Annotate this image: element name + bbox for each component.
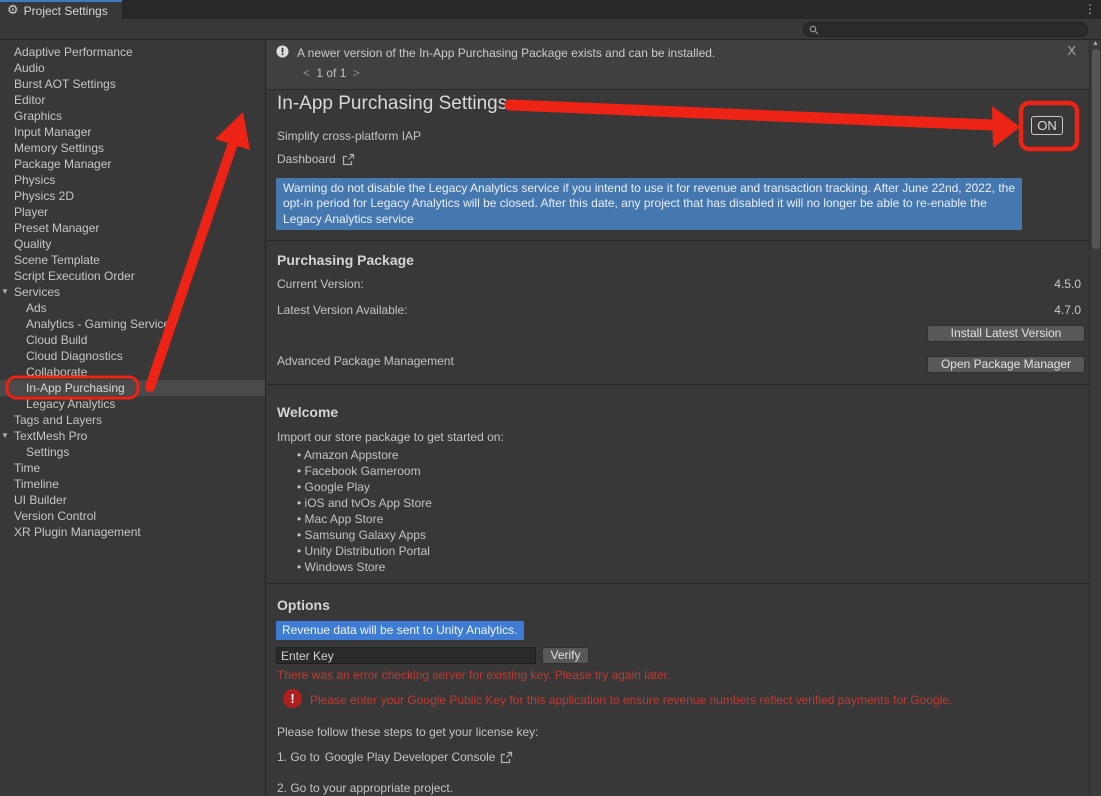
sidebar-item-cloud-diagnostics[interactable]: Cloud Diagnostics (0, 348, 265, 364)
page-subtitle: Simplify cross-platform IAP (277, 129, 421, 143)
advanced-package-management-label: Advanced Package Management (277, 354, 454, 368)
tab-title: Project Settings (24, 4, 108, 18)
vertical-scrollbar[interactable]: ▲ (1089, 40, 1101, 796)
sidebar-item-ads[interactable]: Ads (0, 300, 265, 316)
iap-on-toggle[interactable]: ON (1031, 116, 1063, 135)
google-play-console-link[interactable]: Google Play Developer Console (325, 750, 496, 764)
settings-sidebar: Adaptive Performance Audio Burst AOT Set… (0, 40, 266, 796)
open-package-manager-button[interactable]: Open Package Manager (927, 356, 1085, 373)
sidebar-item-input-manager[interactable]: Input Manager (0, 124, 265, 140)
current-version-value: 4.5.0 (1054, 277, 1081, 291)
sidebar-item-timeline[interactable]: Timeline (0, 476, 265, 492)
scrollbar-thumb[interactable] (1092, 49, 1100, 249)
license-steps-intro: Please follow these steps to get your li… (277, 725, 538, 739)
error-icon: ! (283, 689, 302, 708)
latest-version-label: Latest Version Available: (277, 303, 408, 317)
sidebar-item-collaborate[interactable]: Collaborate (0, 364, 265, 380)
list-item: Unity Distribution Portal (297, 543, 432, 559)
kebab-menu-icon[interactable]: ⋮ (1083, 1, 1097, 18)
sidebar-item-quality[interactable]: Quality (0, 236, 265, 252)
search-input[interactable] (803, 22, 1088, 37)
purchasing-package-heading: Purchasing Package (277, 252, 414, 268)
license-key-input[interactable] (276, 647, 536, 664)
page-title: In-App Purchasing Settings (277, 93, 507, 115)
verify-button[interactable]: Verify (542, 647, 589, 664)
install-latest-version-button[interactable]: Install Latest Version (927, 325, 1085, 342)
sidebar-item-physics[interactable]: Physics (0, 172, 265, 188)
sidebar-item-time[interactable]: Time (0, 460, 265, 476)
notification-pager: < 1 of 1 > (300, 66, 363, 80)
sidebar-item-tags-and-layers[interactable]: Tags and Layers (0, 412, 265, 428)
external-link-icon (342, 153, 355, 166)
sidebar-item-legacy-analytics[interactable]: Legacy Analytics (0, 396, 265, 412)
sidebar-item-scene-template[interactable]: Scene Template (0, 252, 265, 268)
sidebar-item-analytics-gaming-services[interactable]: Analytics - Gaming Services (0, 316, 265, 332)
sidebar-item-services[interactable]: ▼Services (0, 284, 265, 300)
sidebar-item-player[interactable]: Player (0, 204, 265, 220)
pager-prev-button[interactable]: < (300, 66, 313, 80)
chevron-down-icon[interactable]: ▼ (1, 284, 11, 300)
sidebar-item-graphics[interactable]: Graphics (0, 108, 265, 124)
external-link-icon (500, 751, 513, 764)
sidebar-item-cloud-build[interactable]: Cloud Build (0, 332, 265, 348)
list-item: iOS and tvOs App Store (297, 495, 432, 511)
sidebar-item-textmesh-pro[interactable]: ▼TextMesh Pro (0, 428, 265, 444)
list-item: Facebook Gameroom (297, 463, 432, 479)
sidebar-item-audio[interactable]: Audio (0, 60, 265, 76)
list-item: Amazon Appstore (297, 447, 432, 463)
list-item: Windows Store (297, 559, 432, 575)
list-item: Mac App Store (297, 511, 432, 527)
sidebar-item-ui-builder[interactable]: UI Builder (0, 492, 265, 508)
sidebar-item-package-manager[interactable]: Package Manager (0, 156, 265, 172)
section-divider (267, 240, 1089, 241)
scroll-up-icon[interactable]: ▲ (1092, 40, 1099, 47)
analytics-revenue-note: Revenue data will be sent to Unity Analy… (276, 621, 524, 640)
notification-text: A newer version of the In-App Purchasing… (297, 46, 715, 60)
section-divider (267, 583, 1089, 584)
pager-next-button[interactable]: > (350, 66, 363, 80)
sidebar-item-adaptive-performance[interactable]: Adaptive Performance (0, 44, 265, 60)
toolbar (0, 19, 1101, 40)
welcome-heading: Welcome (277, 404, 338, 420)
step-1: 1. Go to Google Play Developer Console (277, 750, 513, 764)
alert-bubble-icon (275, 45, 290, 60)
window-tab-bar: ⚙ Project Settings ⋮ (0, 0, 1101, 19)
sidebar-item-xr-plugin-management[interactable]: XR Plugin Management (0, 524, 265, 540)
sidebar-item-memory-settings[interactable]: Memory Settings (0, 140, 265, 156)
list-item: Google Play (297, 479, 432, 495)
sidebar-item-version-control[interactable]: Version Control (0, 508, 265, 524)
gear-icon: ⚙ (7, 4, 19, 17)
chevron-down-icon[interactable]: ▼ (1, 428, 11, 444)
close-icon[interactable]: X (1067, 43, 1076, 58)
sidebar-item-editor[interactable]: Editor (0, 92, 265, 108)
dashboard-link[interactable]: Dashboard (277, 152, 355, 166)
section-divider (267, 384, 1089, 385)
latest-version-value: 4.7.0 (1054, 303, 1081, 317)
step-2: 2. Go to your appropriate project. (277, 781, 453, 795)
list-item: Samsung Galaxy Apps (297, 527, 432, 543)
sidebar-item-physics-2d[interactable]: Physics 2D (0, 188, 265, 204)
sidebar-item-textmesh-settings[interactable]: Settings (0, 444, 265, 460)
welcome-intro: Import our store package to get started … (277, 430, 504, 444)
options-heading: Options (277, 597, 330, 613)
tab-project-settings[interactable]: ⚙ Project Settings (0, 0, 122, 19)
sidebar-item-burst-aot-settings[interactable]: Burst AOT Settings (0, 76, 265, 92)
server-error-text: There was an error checking server for e… (277, 668, 670, 682)
search-icon (809, 25, 819, 35)
sidebar-item-script-execution-order[interactable]: Script Execution Order (0, 268, 265, 284)
sidebar-item-preset-manager[interactable]: Preset Manager (0, 220, 265, 236)
store-list: Amazon Appstore Facebook Gameroom Google… (297, 447, 432, 575)
legacy-analytics-warning: Warning do not disable the Legacy Analyt… (276, 178, 1022, 230)
current-version-label: Current Version: (277, 277, 364, 291)
sidebar-item-in-app-purchasing[interactable]: In-App Purchasing (0, 380, 265, 396)
update-notification-bar: A newer version of the In-App Purchasing… (267, 40, 1089, 90)
settings-main-panel: A newer version of the In-App Purchasing… (267, 40, 1089, 796)
google-key-error-text: Please enter your Google Public Key for … (310, 693, 952, 707)
